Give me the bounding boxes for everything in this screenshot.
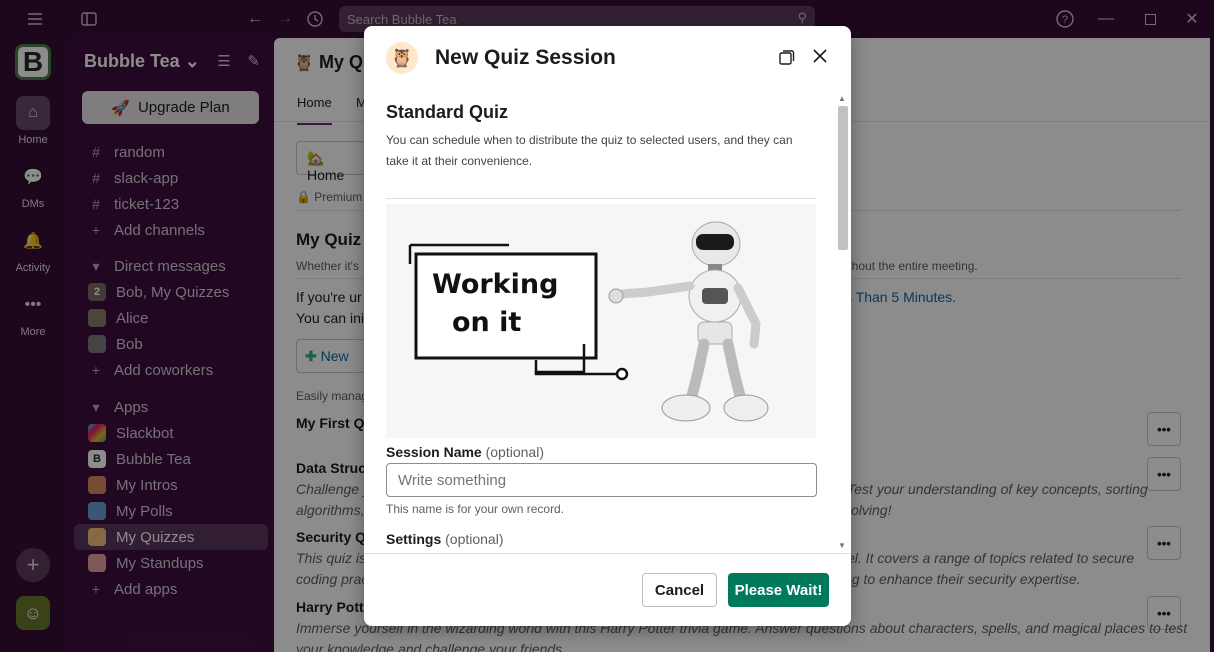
please-wait-button[interactable]: Please Wait! (728, 573, 829, 607)
session-name-input[interactable] (386, 463, 817, 497)
section-description: You can schedule when to distribute the … (386, 133, 793, 168)
close-icon[interactable] (809, 47, 831, 69)
session-name-label: Session Name (optional) (386, 444, 544, 460)
divider (386, 198, 816, 199)
scrollbar-thumb[interactable] (838, 106, 848, 250)
illustration-text: Working (432, 269, 558, 300)
scroll-down-icon[interactable]: ▼ (838, 541, 846, 550)
section-title: Standard Quiz (386, 102, 509, 122)
illustration-text: on it (452, 307, 521, 338)
cancel-button[interactable]: Cancel (642, 573, 717, 607)
robot-icon (608, 221, 769, 422)
scroll-up-icon[interactable]: ▲ (838, 94, 846, 103)
modal-title: New Quiz Session (435, 46, 616, 69)
session-name-hint: This name is for your own record. (386, 502, 565, 516)
new-quiz-session-modal: 🦉 New Quiz Session Standard Quiz You can… (364, 26, 851, 626)
working-on-it-illustration: Working on it (386, 204, 816, 438)
modal-body: Standard Quiz You can schedule when to d… (364, 90, 851, 554)
expand-icon[interactable] (778, 48, 798, 68)
modal-scrollbar[interactable]: ▲ ▼ (836, 94, 850, 550)
app-owl-icon: 🦉 (386, 42, 418, 74)
settings-label: Settings (optional) (386, 531, 504, 547)
